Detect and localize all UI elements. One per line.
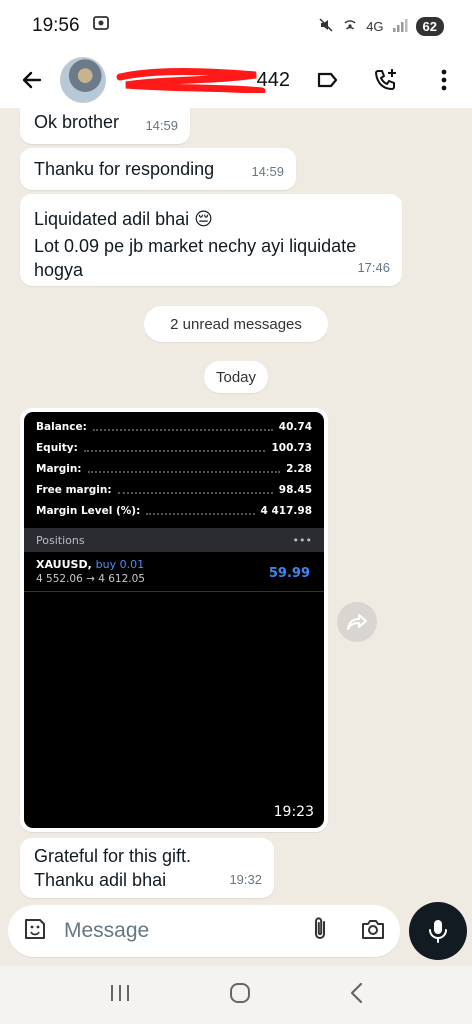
message-time: 19:32 bbox=[229, 872, 262, 887]
back-arrow-icon[interactable] bbox=[14, 62, 50, 98]
trade-screenshot-image[interactable]: Balance: 40.74 Equity: 100.73 Margin: 2.28 … bbox=[24, 412, 324, 828]
account-label: Margin Level (%): bbox=[36, 504, 141, 517]
message-composer bbox=[8, 905, 400, 957]
account-row: Free margin: 98.45 bbox=[24, 479, 324, 500]
account-value: 40.74 bbox=[278, 420, 312, 433]
position-profit: 59.99 bbox=[268, 566, 310, 581]
positions-header: Positions ••• bbox=[24, 528, 324, 552]
account-value: 4 417.98 bbox=[260, 504, 312, 517]
contact-name-suffix: 442 bbox=[256, 69, 290, 91]
account-row: Balance: 40.74 bbox=[24, 416, 324, 437]
message-text: Thanku for responding bbox=[34, 159, 215, 179]
image-message[interactable]: Balance: 40.74 Equity: 100.73 Margin: 2.28 … bbox=[20, 408, 328, 832]
account-label: Equity: bbox=[36, 441, 78, 454]
account-value: 98.45 bbox=[278, 483, 312, 496]
unread-messages-badge: 2 unread messages bbox=[144, 306, 328, 342]
forward-icon[interactable] bbox=[337, 602, 377, 642]
attach-icon[interactable] bbox=[310, 915, 330, 948]
message-bubble[interactable]: Grateful for this gift. Thanku adil bhai… bbox=[20, 838, 274, 898]
position-symbol: XAUUSD, bbox=[36, 558, 92, 571]
message-time: 14:59 bbox=[145, 118, 178, 133]
positions-label: Positions bbox=[36, 533, 85, 547]
status-time: 19:56 bbox=[32, 15, 80, 36]
screen-record-icon bbox=[92, 14, 110, 38]
chat-header: 442 bbox=[0, 52, 472, 108]
status-bar: 19:56 4G 62 bbox=[0, 0, 472, 52]
battery-indicator: 62 bbox=[415, 16, 444, 36]
positions-menu-icon: ••• bbox=[292, 533, 312, 547]
signal-icon bbox=[392, 18, 408, 35]
network-type: 4G bbox=[366, 18, 384, 34]
contact-name[interactable]: 442 bbox=[116, 65, 290, 95]
message-bubble[interactable]: Ok brother 14:59 bbox=[20, 108, 190, 144]
system-nav-bar bbox=[0, 966, 472, 1024]
add-call-icon[interactable] bbox=[372, 66, 400, 94]
message-bubble[interactable]: Thanku for responding 14:59 bbox=[20, 148, 296, 190]
position-side: buy 0.01 bbox=[95, 558, 145, 571]
message-time: 17:46 bbox=[357, 260, 390, 275]
message-text: Ok brother bbox=[34, 112, 120, 132]
avatar[interactable] bbox=[60, 57, 106, 103]
account-row: Margin: 2.28 bbox=[24, 458, 324, 479]
redaction-scribble bbox=[116, 68, 266, 93]
account-label: Free margin: bbox=[36, 483, 112, 496]
message-text-secondary: Thanku adil bhai bbox=[34, 870, 167, 890]
account-value: 100.73 bbox=[271, 441, 312, 454]
message-input[interactable] bbox=[64, 919, 264, 943]
message-bubble[interactable]: Liquidated adil bhai 😔 Lot 0.09 pe jb ma… bbox=[20, 194, 402, 286]
date-separator: Today bbox=[204, 361, 268, 393]
account-row: Margin Level (%): 4 417.98 bbox=[24, 500, 324, 521]
mute-icon bbox=[318, 17, 334, 36]
hotspot-icon bbox=[342, 17, 358, 36]
mic-icon[interactable] bbox=[409, 902, 467, 960]
label-icon[interactable] bbox=[314, 66, 342, 94]
more-vert-icon[interactable] bbox=[430, 66, 458, 94]
message-time: 14:59 bbox=[251, 164, 284, 179]
message-time: 19:23 bbox=[273, 804, 314, 820]
message-text-secondary: Lot 0.09 pe jb market nechy ayi liquidat… bbox=[34, 236, 357, 280]
camera-icon[interactable] bbox=[360, 917, 386, 946]
home-icon[interactable] bbox=[229, 982, 251, 1009]
sticker-icon[interactable] bbox=[22, 916, 48, 947]
message-text: Liquidated adil bhai 😔 bbox=[34, 209, 213, 229]
account-row: Equity: 100.73 bbox=[24, 437, 324, 458]
position-row: XAUUSD, buy 0.01 4 552.06 → 4 612.05 59.… bbox=[24, 554, 324, 592]
recents-icon[interactable] bbox=[109, 983, 131, 1008]
message-text: Grateful for this gift. bbox=[34, 846, 192, 866]
account-label: Margin: bbox=[36, 462, 82, 475]
account-value: 2.28 bbox=[286, 462, 312, 475]
account-label: Balance: bbox=[36, 420, 87, 433]
nav-back-icon[interactable] bbox=[349, 982, 363, 1009]
chat-area: Ok brother 14:59 Thanku for responding 1… bbox=[0, 108, 472, 900]
